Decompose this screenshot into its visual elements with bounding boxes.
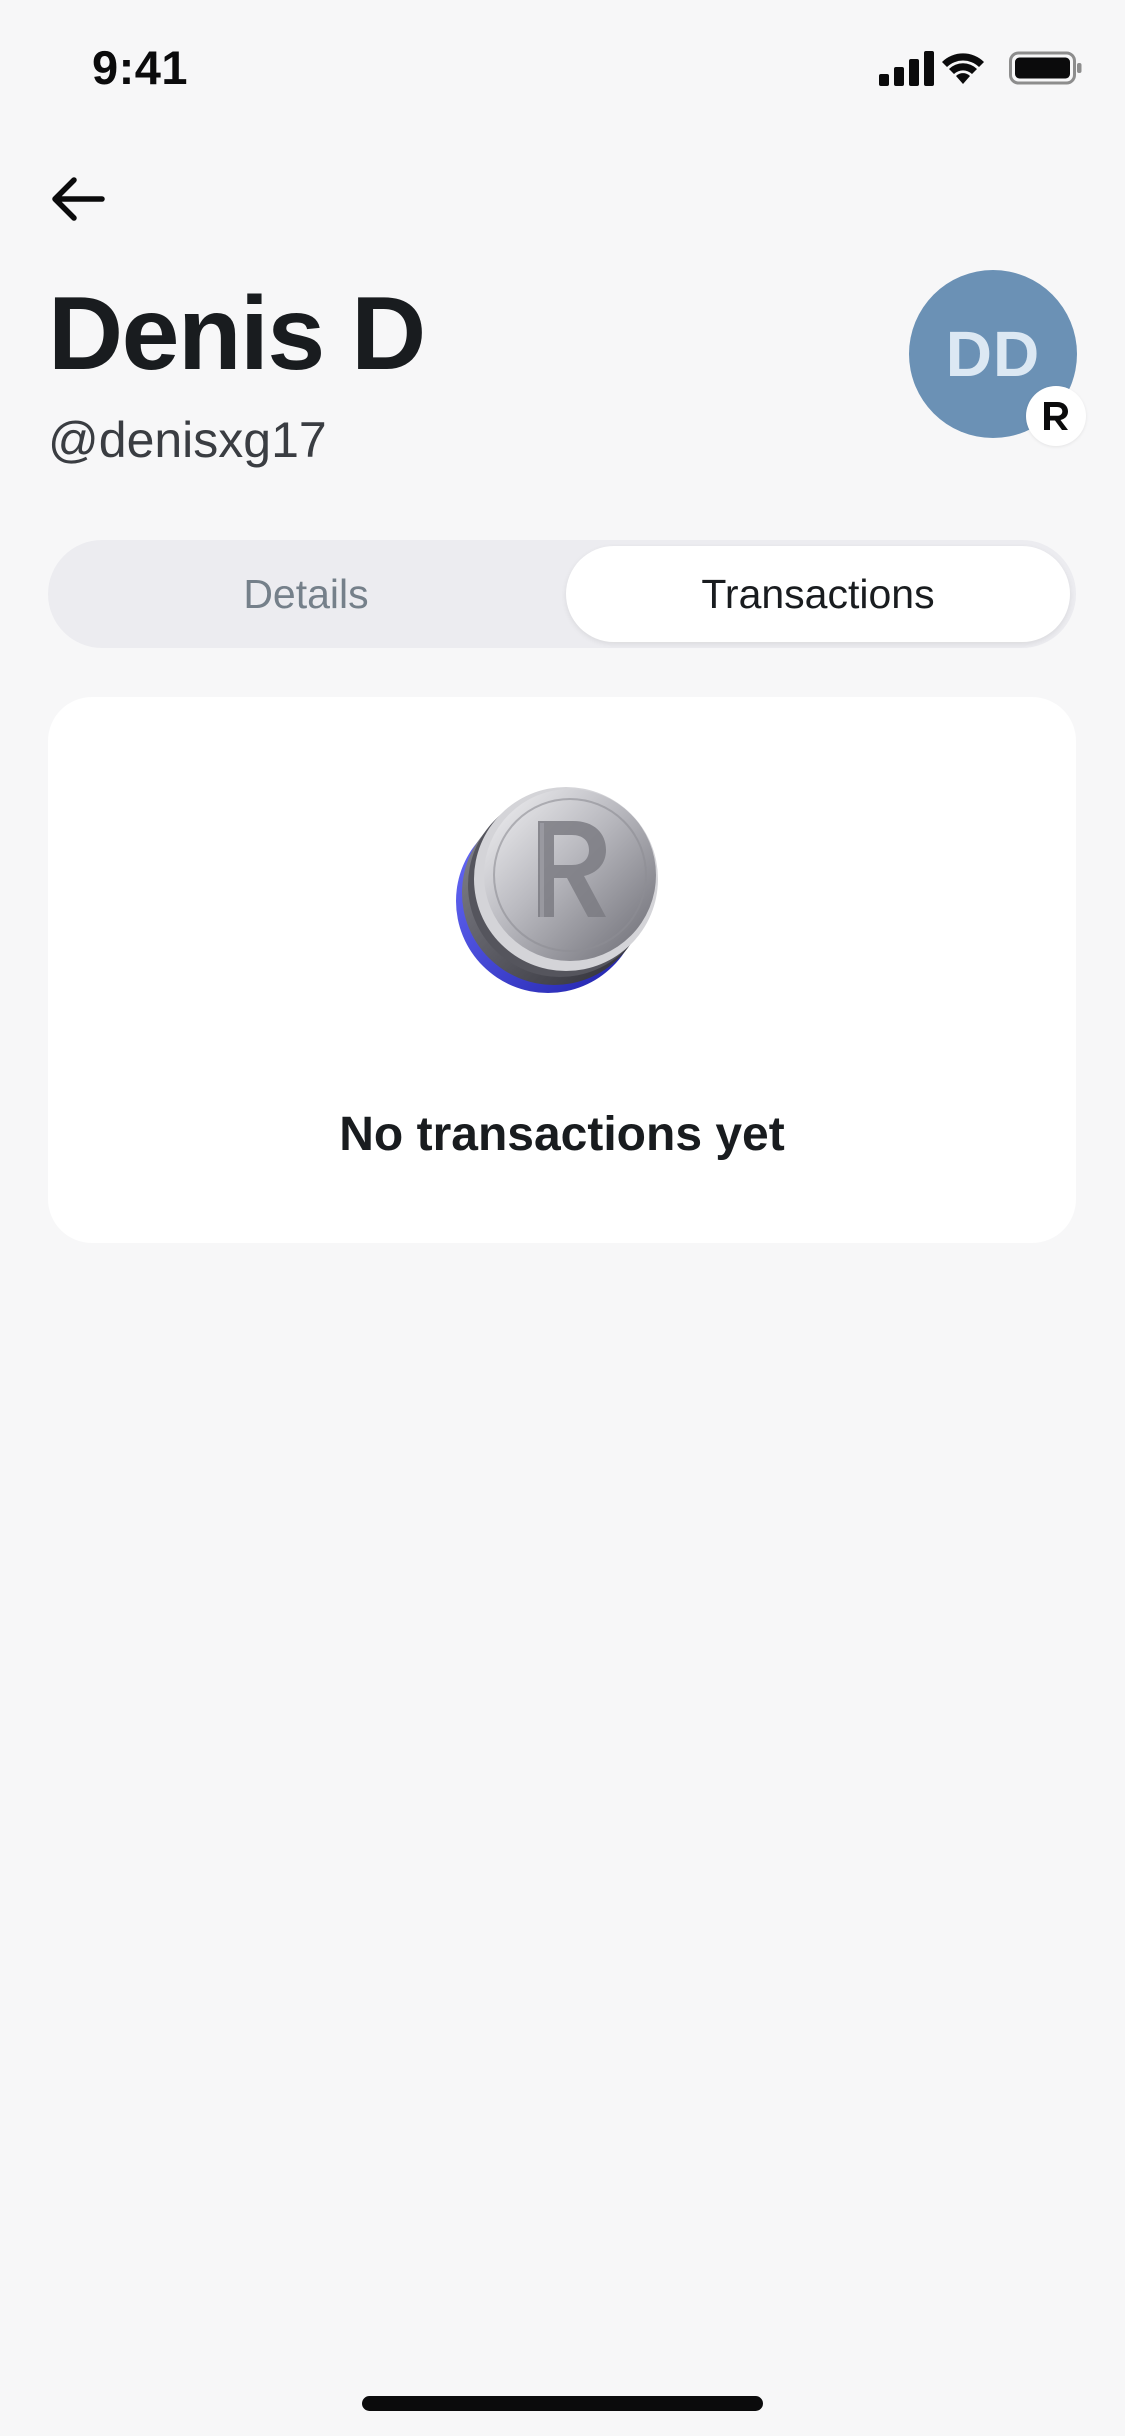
battery-icon <box>1009 51 1082 85</box>
back-button[interactable] <box>44 165 112 233</box>
avatar-initials: DD <box>945 318 1041 390</box>
profile-name: Denis D <box>48 276 426 392</box>
cellular-signal-icon <box>879 51 934 86</box>
revolut-coin-icon <box>456 787 658 993</box>
status-time: 9:41 <box>92 41 189 94</box>
empty-state-text: No transactions yet <box>339 1108 785 1161</box>
status-bar: 9:41 <box>0 0 1125 132</box>
tab-details[interactable]: Details <box>54 546 558 642</box>
transactions-card: No transactions yet <box>48 697 1076 1243</box>
wifi-icon <box>942 53 984 84</box>
revolut-r-icon <box>1044 402 1068 430</box>
arrow-left-icon <box>52 177 105 221</box>
home-indicator[interactable] <box>362 2396 763 2411</box>
tab-switcher: Details Transactions <box>48 540 1076 648</box>
avatar-badge <box>1026 386 1086 446</box>
tab-transactions[interactable]: Transactions <box>566 546 1070 642</box>
profile-handle: @denisxg17 <box>48 412 327 468</box>
